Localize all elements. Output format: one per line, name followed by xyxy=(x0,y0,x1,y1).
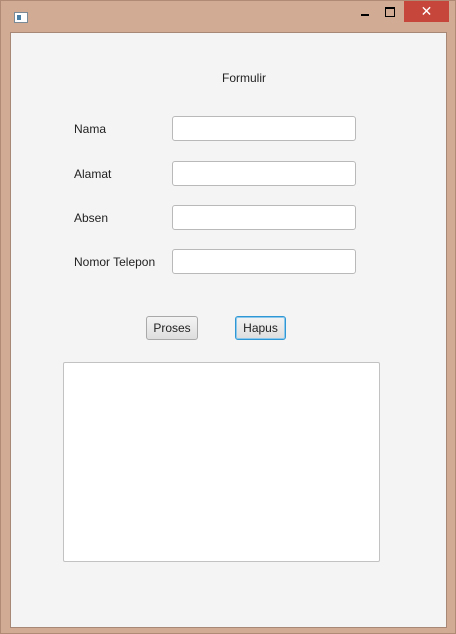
nama-label: Nama xyxy=(74,122,107,136)
close-button[interactable]: ✕ xyxy=(404,1,449,22)
minimize-button[interactable] xyxy=(352,1,377,22)
app-icon[interactable] xyxy=(14,12,28,23)
form-panel: Formulir Nama Alamat Absen Nomor Telepon… xyxy=(10,32,447,628)
nama-input[interactable] xyxy=(172,116,356,141)
hapus-button[interactable]: Hapus xyxy=(235,316,286,340)
nomor-telepon-label: Nomor Telepon xyxy=(74,255,156,269)
absen-label: Absen xyxy=(74,211,109,225)
application-window: ✕ Formulir Nama Alamat Absen Nomor Telep… xyxy=(0,0,456,634)
nomor-telepon-input[interactable] xyxy=(172,249,356,274)
absen-input[interactable] xyxy=(172,205,356,230)
maximize-button[interactable] xyxy=(377,1,403,22)
output-textarea[interactable] xyxy=(63,362,380,562)
alamat-label: Alamat xyxy=(74,167,112,181)
form-title: Formulir xyxy=(222,71,266,85)
title-bar[interactable]: ✕ xyxy=(1,1,455,31)
minimize-icon xyxy=(360,14,369,16)
alamat-input[interactable] xyxy=(172,161,356,186)
maximize-icon xyxy=(385,6,395,17)
close-icon: ✕ xyxy=(420,3,433,20)
proses-button[interactable]: Proses xyxy=(146,316,198,340)
